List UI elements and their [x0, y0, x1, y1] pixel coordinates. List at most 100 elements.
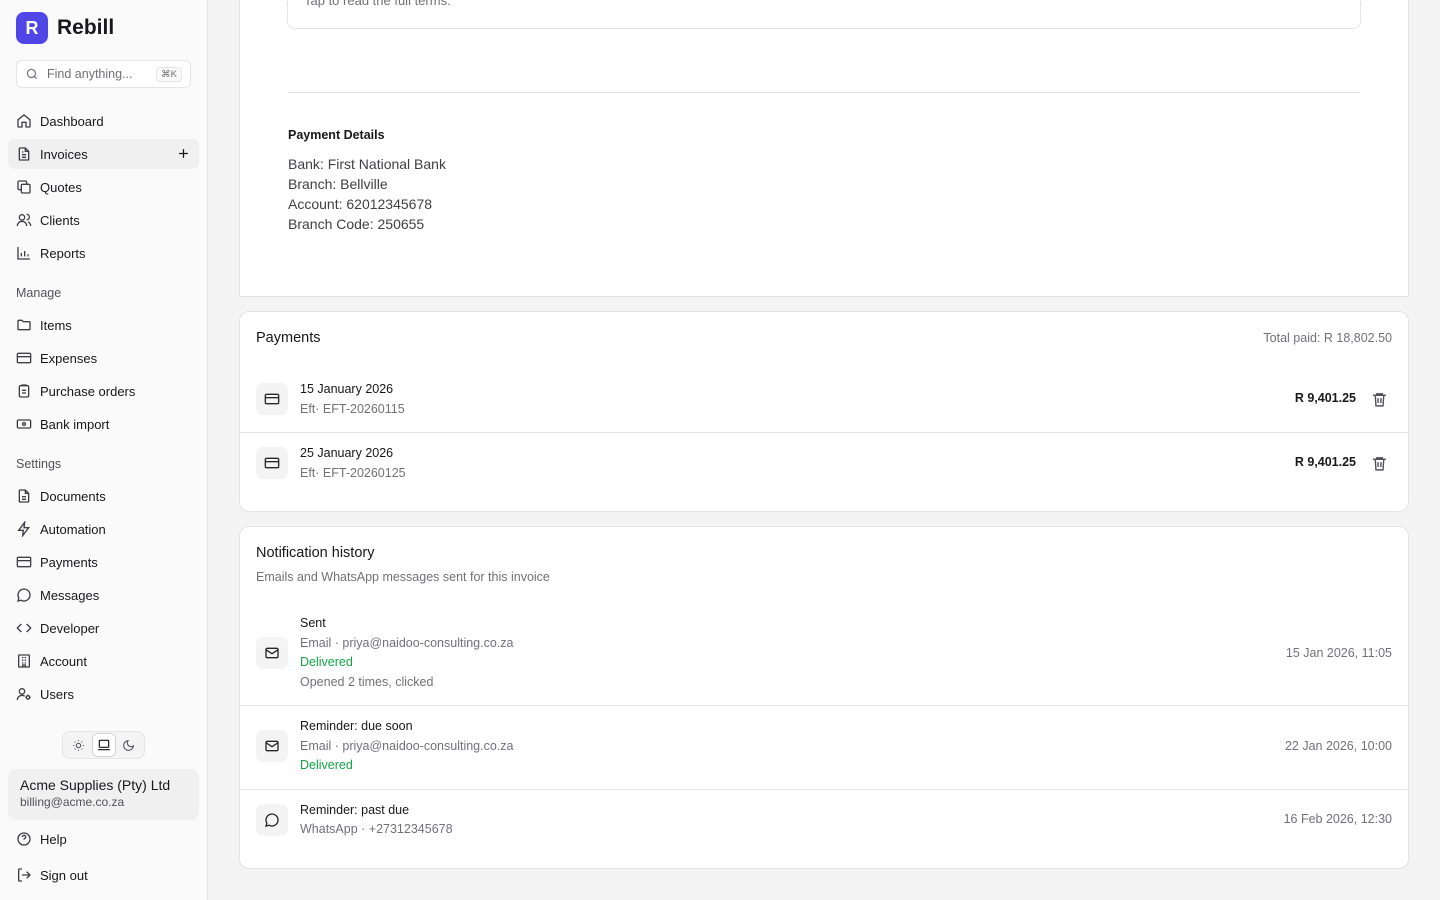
notification-row: Reminder: past due WhatsApp · +273123456… — [240, 789, 1408, 869]
sidebar: R Rebill Find anything... ⌘K Dashboard I… — [0, 0, 208, 900]
sidebar-item-label: Account — [40, 653, 87, 669]
payments-title: Payments — [256, 330, 321, 346]
organization-switcher[interactable]: Acme Supplies (Pty) Ltd billing@acme.co.… — [8, 769, 199, 820]
credit-card-icon — [264, 393, 280, 405]
nav-section-settings: Settings — [16, 457, 62, 471]
invoice-document: Tap to read the full terms. Payment Deta… — [239, 0, 1409, 297]
sidebar-item-label: Items — [40, 317, 72, 333]
sign-out-label: Sign out — [40, 867, 88, 883]
payment-reference: Eft· EFT-20260115 — [300, 402, 405, 416]
zap-icon — [17, 521, 30, 537]
payment-row: 15 January 2026 Eft· EFT-20260115 R 9,40… — [240, 368, 1408, 432]
sidebar-item-reports[interactable]: Reports — [8, 238, 199, 268]
notification-icon-box — [256, 637, 288, 669]
code-icon — [16, 623, 32, 633]
search-shortcut: ⌘K — [156, 66, 182, 82]
help-circle-icon — [17, 832, 31, 846]
moon-icon — [123, 739, 135, 751]
notification-row: Reminder: due soon Email · priya@naidoo-… — [240, 705, 1408, 789]
credit-card-icon — [16, 556, 32, 568]
payment-detail-branch-code: Branch Code: 250655 — [288, 216, 425, 232]
notification-channel: WhatsApp · +27312345678 — [300, 822, 453, 836]
notification-icon-box — [256, 804, 288, 836]
payment-details: Bank: First National Bank Branch: Bellvi… — [288, 154, 446, 234]
notification-history-card: Notification history Emails and WhatsApp… — [239, 526, 1409, 869]
sidebar-item-label: Messages — [40, 587, 100, 603]
theme-dark-button[interactable] — [118, 734, 140, 756]
help-label: Help — [40, 831, 67, 847]
notification-type: Sent — [300, 616, 326, 630]
theme-switcher — [62, 731, 145, 759]
sidebar-item-label: Invoices — [40, 146, 88, 162]
sidebar-item-automation[interactable]: Automation — [8, 514, 199, 544]
payment-amount: R 9,401.25 — [1294, 391, 1356, 405]
notification-channel: Email · priya@naidoo-consulting.co.za — [300, 739, 514, 753]
sidebar-item-developer[interactable]: Developer — [8, 613, 199, 643]
payment-row: 25 January 2026 Eft· EFT-20260125 R 9,40… — [240, 432, 1408, 496]
mail-icon — [265, 647, 279, 659]
divider — [288, 92, 1360, 93]
sidebar-item-dashboard[interactable]: Dashboard — [8, 106, 199, 136]
search-input[interactable]: Find anything... ⌘K — [16, 60, 191, 88]
notification-icon-box — [256, 730, 288, 762]
bar-chart-icon — [17, 247, 30, 260]
sidebar-item-label: Bank import — [40, 416, 110, 432]
home-icon — [17, 114, 31, 128]
sidebar-item-invoices[interactable]: Invoices — [8, 139, 199, 169]
payment-date: 25 January 2026 — [300, 446, 394, 460]
terms-box[interactable]: Tap to read the full terms. — [287, 0, 1361, 29]
payment-date: 15 January 2026 — [300, 382, 394, 396]
sidebar-item-label: Clients — [40, 212, 80, 228]
sidebar-item-clients[interactable]: Clients — [8, 205, 199, 235]
sidebar-item-label: Automation — [40, 521, 106, 537]
trash-icon[interactable] — [1371, 391, 1388, 408]
search-placeholder: Find anything... — [47, 67, 133, 81]
plus-icon[interactable] — [176, 146, 191, 161]
payment-details-title: Payment Details — [288, 128, 385, 142]
sidebar-item-label: Documents — [40, 488, 106, 504]
notification-status: Delivered — [300, 758, 353, 772]
sidebar-item-quotes[interactable]: Quotes — [8, 172, 199, 202]
credit-card-icon — [16, 352, 32, 364]
sun-icon — [73, 739, 84, 751]
sidebar-item-payments[interactable]: Payments — [8, 547, 199, 577]
sidebar-item-purchase-orders[interactable]: Purchase orders — [8, 376, 199, 406]
brand-name: Rebill — [57, 16, 115, 39]
payments-card: Payments Total paid: R 18,802.50 15 Janu… — [239, 311, 1409, 512]
help-button[interactable]: Help — [8, 824, 199, 854]
sidebar-item-messages[interactable]: Messages — [8, 580, 199, 610]
sign-out-button[interactable]: Sign out — [8, 860, 199, 890]
sidebar-item-documents[interactable]: Documents — [8, 481, 199, 511]
payment-detail-bank: Bank: First National Bank — [288, 156, 446, 172]
payment-icon-box — [256, 447, 288, 479]
notification-subtitle: Emails and WhatsApp messages sent for th… — [256, 570, 550, 584]
file-icon — [18, 489, 30, 503]
credit-card-icon — [264, 457, 280, 469]
terms-hint: Tap to read the full terms. — [304, 0, 451, 8]
theme-system-button[interactable] — [92, 734, 115, 756]
sidebar-item-label: Purchase orders — [40, 383, 136, 399]
theme-light-button[interactable] — [68, 734, 90, 756]
sidebar-item-account[interactable]: Account — [8, 646, 199, 676]
payment-detail-branch: Branch: Bellville — [288, 176, 388, 192]
building-icon — [18, 654, 30, 668]
payment-detail-account: Account: 62012345678 — [288, 196, 433, 212]
sidebar-item-items[interactable]: Items — [8, 310, 199, 340]
message-circle-icon — [265, 813, 279, 827]
message-circle-icon — [17, 588, 31, 602]
brand[interactable]: R Rebill — [16, 12, 114, 44]
notification-engagement: Opened 2 times, clicked — [300, 675, 434, 689]
sidebar-item-label: Expenses — [40, 350, 98, 366]
notification-time: 16 Feb 2026, 12:30 — [1283, 812, 1392, 826]
sidebar-item-bank-import[interactable]: Bank import — [8, 409, 199, 439]
users-icon — [16, 213, 32, 227]
notification-time: 15 Jan 2026, 11:05 — [1285, 646, 1392, 660]
sidebar-item-label: Dashboard — [40, 113, 104, 129]
banknote-icon — [16, 419, 32, 429]
sidebar-item-label: Payments — [40, 554, 98, 570]
clipboard-icon — [18, 384, 30, 398]
trash-icon[interactable] — [1371, 455, 1388, 472]
copy-icon — [17, 180, 31, 194]
sidebar-item-users[interactable]: Users — [8, 679, 199, 709]
sidebar-item-expenses[interactable]: Expenses — [8, 343, 199, 373]
